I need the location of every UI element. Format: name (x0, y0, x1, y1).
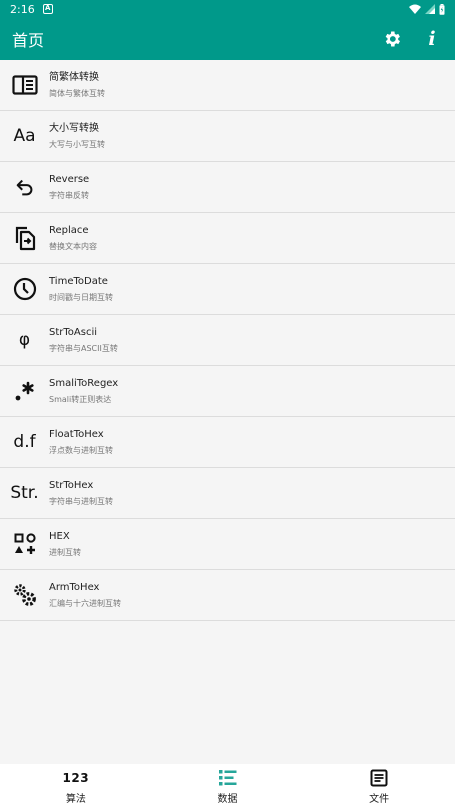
list-item-replace[interactable]: Replace 替换文本内容 (0, 213, 455, 264)
item-title: TimeToDate (49, 275, 108, 287)
item-subtitle: 汇编与十六进制互转 (49, 598, 121, 608)
nav-label: 算法 (65, 793, 86, 805)
nav-label: 数据 (217, 793, 238, 805)
item-subtitle: 字符串反转 (49, 190, 89, 200)
item-subtitle: Smali转正则表达 (49, 394, 112, 404)
str-icon: Str. (10, 483, 39, 503)
gear-icon (385, 31, 400, 47)
item-subtitle: 进制互转 (49, 547, 81, 557)
item-title: 大小写转换 (49, 122, 99, 134)
list-item-arm-to-hex[interactable]: ArmToHex 汇编与十六进制互转 (0, 570, 455, 621)
item-title: Replace (49, 224, 89, 236)
list-item-time-to-date[interactable]: TimeToDate 时间戳与日期互转 (0, 264, 455, 315)
swap-file-icon (15, 226, 35, 251)
list-item-smali-to-regex[interactable]: SmaliToRegex Smali转正则表达 (0, 366, 455, 417)
signal-icon (425, 4, 435, 14)
nav-algorithm[interactable]: 123 算法 (0, 764, 152, 808)
list-item-float-to-hex[interactable]: d.f FloatToHex 浮点数与进制互转 (0, 417, 455, 468)
notification-badge: A (42, 4, 53, 14)
gears-icon (13, 584, 36, 606)
item-title: StrToHex (49, 479, 94, 491)
list-item-str-to-ascii[interactable]: φ StrToAscii 字符串与ASCII互转 (0, 315, 455, 366)
item-subtitle: 字符串与ASCII互转 (49, 343, 118, 353)
float-icon: d.f (13, 432, 36, 452)
item-subtitle: 时间戳与日期互转 (49, 292, 113, 302)
tool-list: 简繁体转换 简体与繁体互转 Aa 大小写转换 大写与小写互转 Reverse 字… (0, 60, 455, 621)
item-title: 简繁体转换 (49, 71, 99, 83)
item-title: Reverse (49, 173, 90, 185)
list-item-hex[interactable]: HEX 进制互转 (0, 519, 455, 570)
regex-icon (15, 381, 34, 401)
item-title: ArmToHex (49, 581, 100, 593)
item-subtitle: 替换文本内容 (49, 241, 97, 251)
numbers-icon: 123 (62, 770, 90, 785)
app-bar: 首页 i (0, 18, 455, 60)
item-title: StrToAscii (49, 326, 98, 338)
settings-button[interactable] (381, 28, 403, 50)
shapes-icon (14, 533, 36, 554)
book-open-icon (11, 75, 38, 95)
document-icon (370, 769, 388, 786)
item-title: SmaliToRegex (49, 377, 119, 389)
item-title: FloatToHex (49, 428, 104, 440)
page-title: 首页 (12, 31, 45, 50)
info-button[interactable]: i (421, 28, 443, 50)
info-icon: i (428, 28, 436, 50)
list-icon (218, 769, 236, 785)
item-subtitle: 大写与小写互转 (49, 139, 105, 149)
list-item-str-to-hex[interactable]: Str. StrToHex 字符串与进制互转 (0, 468, 455, 519)
list-item-reverse[interactable]: Reverse 字符串反转 (0, 162, 455, 213)
wifi-icon (409, 4, 421, 14)
list-item-case-convert[interactable]: Aa 大小写转换 大写与小写互转 (0, 111, 455, 162)
text-case-icon: Aa (13, 126, 36, 146)
undo-arrow-icon (16, 179, 32, 196)
list-item-simplified-traditional[interactable]: 简繁体转换 简体与繁体互转 (0, 60, 455, 111)
bottom-navigation: 123 算法 数据 文件 (0, 764, 455, 808)
clock-icon (13, 277, 36, 301)
status-bar: 2:16 A (0, 0, 455, 18)
item-subtitle: 字符串与进制互转 (49, 496, 113, 506)
nav-file[interactable]: 文件 (303, 764, 455, 808)
phi-icon: φ (18, 330, 31, 350)
item-subtitle: 浮点数与进制互转 (49, 445, 113, 455)
nav-data[interactable]: 数据 (152, 764, 304, 808)
status-time: 2:16 (10, 2, 35, 16)
nav-label: 文件 (369, 793, 390, 805)
item-subtitle: 简体与繁体互转 (49, 88, 105, 98)
battery-icon (439, 3, 445, 15)
item-title: HEX (49, 530, 70, 542)
